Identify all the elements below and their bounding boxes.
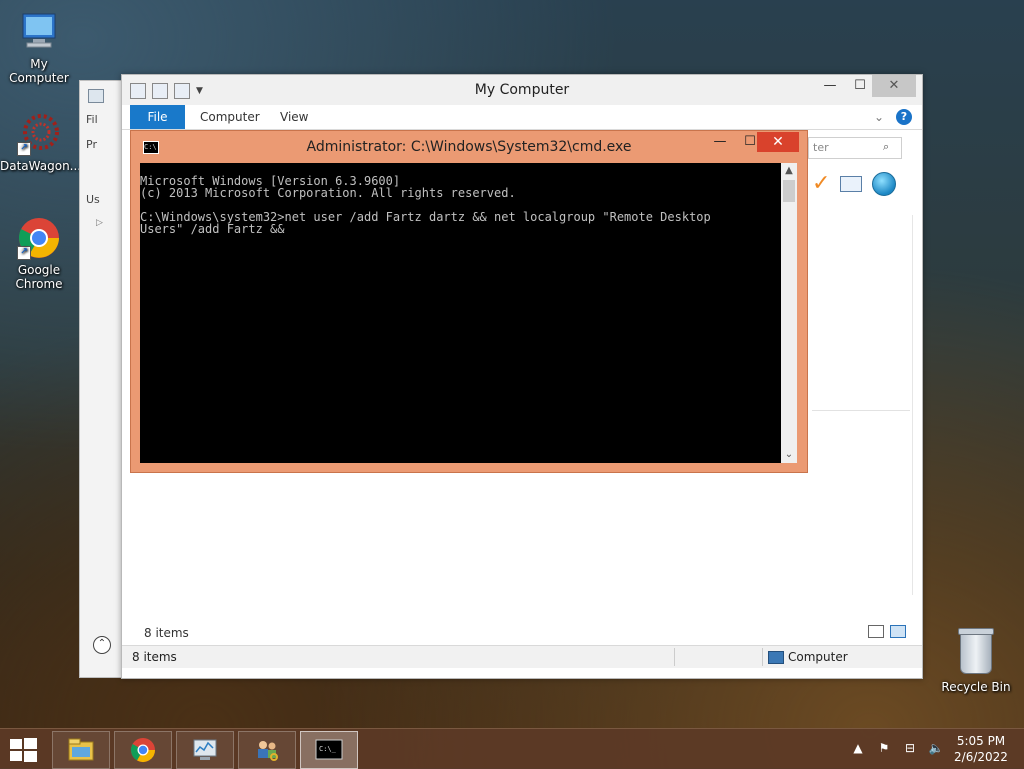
status-item-count: 8 items xyxy=(132,650,177,664)
cmd-close-button[interactable]: ✕ xyxy=(757,132,799,152)
help-icon[interactable]: ? xyxy=(896,109,912,125)
taskbar-cmd[interactable]: C:\_ xyxy=(300,731,358,769)
tab-view[interactable]: View xyxy=(270,105,318,129)
windows-logo-icon xyxy=(24,738,37,749)
chrome-icon xyxy=(129,737,157,763)
large-icons-view-icon[interactable] xyxy=(890,625,906,638)
taskbar-chrome[interactable] xyxy=(114,731,172,769)
taskbar-performance-monitor[interactable] xyxy=(176,731,234,769)
back-window-toolbar-icon xyxy=(88,89,104,103)
status-separator xyxy=(762,648,763,666)
tab-computer[interactable]: Computer xyxy=(190,105,270,129)
taskbar: C:\_ ▲ ⚑ ⊟ 🔈 5:05 PM 2/6/2022 xyxy=(0,728,1024,769)
scroll-up-icon[interactable]: ▲ xyxy=(781,163,797,179)
view-switcher xyxy=(868,625,906,638)
start-button[interactable] xyxy=(8,737,38,763)
search-icon[interactable]: ⌕ xyxy=(883,140,889,154)
action-center-flag-icon[interactable]: ⚑ xyxy=(876,741,892,755)
taskbar-users-keys[interactable] xyxy=(238,731,296,769)
expand-ribbon-icon[interactable]: ⌄ xyxy=(874,110,884,124)
navigation-up-icon[interactable]: ⌃ xyxy=(93,636,111,654)
desktop-icon-label: My Computer xyxy=(9,57,69,85)
checkmark-icon[interactable]: ✓ xyxy=(812,171,830,196)
users-keys-icon xyxy=(253,737,281,763)
explorer-titlebar[interactable]: ▼ My Computer — ☐ ✕ xyxy=(122,75,922,105)
computer-icon xyxy=(768,650,784,664)
desktop-icon-label: DataWagon... xyxy=(0,159,82,173)
show-hidden-icons-icon[interactable]: ▲ xyxy=(850,741,866,755)
explorer-title: My Computer xyxy=(474,82,570,98)
desktop-icon-my-computer[interactable]: My Computer xyxy=(0,10,78,85)
cmd-window[interactable]: C:\ Administrator: C:\Windows\System32\c… xyxy=(130,130,808,473)
chrome-icon: ↗ xyxy=(17,216,61,260)
system-tray: ▲ ⚑ ⊟ 🔈 xyxy=(850,741,944,755)
performance-monitor-icon xyxy=(191,737,219,763)
cmd-minimize-button[interactable]: — xyxy=(705,133,735,153)
details-view-icon[interactable] xyxy=(868,625,884,638)
ribbon-tabs: File Computer View xyxy=(122,105,922,130)
card-icon[interactable] xyxy=(840,175,863,192)
desktop-icon-label: Recycle Bin xyxy=(941,680,1011,694)
windows-logo-icon xyxy=(10,751,22,761)
scroll-thumb[interactable] xyxy=(783,180,795,202)
desktop-icon-datawagon[interactable]: ↗ DataWagon... xyxy=(0,112,82,173)
desktop-icon-chrome[interactable]: ↗ Google Chrome xyxy=(0,216,78,291)
back-window-text: Us xyxy=(86,193,100,206)
shortcut-arrow-icon: ↗ xyxy=(17,142,31,156)
pane-separator xyxy=(812,410,910,411)
scroll-down-icon[interactable]: ⌄ xyxy=(781,447,797,463)
shortcut-arrow-icon: ↗ xyxy=(17,246,31,260)
minimize-button[interactable]: — xyxy=(814,75,846,97)
pane-divider xyxy=(912,215,913,595)
recycle-bin-icon xyxy=(958,628,994,674)
my-computer-icon xyxy=(17,10,61,54)
expand-arrow-icon[interactable]: ▷ xyxy=(96,218,103,228)
volume-muted-icon[interactable]: 🔈 xyxy=(928,741,944,755)
cmd-titlebar[interactable]: C:\ Administrator: C:\Windows\System32\c… xyxy=(131,131,807,163)
windows-logo-icon xyxy=(24,751,37,762)
item-count: 8 items xyxy=(144,626,189,640)
status-separator xyxy=(674,648,675,666)
search-placeholder: ter xyxy=(813,141,829,154)
toolbar-icons: ✓ xyxy=(812,171,897,196)
console-output[interactable]: Microsoft Windows [Version 6.3.9600] (c) … xyxy=(140,163,781,463)
status-bar: 8 items Computer xyxy=(122,645,922,668)
desktop-icon-label: Google Chrome xyxy=(15,263,63,291)
taskbar-file-explorer[interactable] xyxy=(52,731,110,769)
tab-file[interactable]: File xyxy=(130,105,185,129)
status-location-label: Computer xyxy=(788,650,848,664)
close-button[interactable]: ✕ xyxy=(872,75,916,97)
globe-icon[interactable] xyxy=(872,171,897,196)
search-input[interactable]: ter ⌕ xyxy=(808,137,902,159)
console-line: Users" /add Fartz && xyxy=(140,222,285,236)
windows-logo-icon xyxy=(10,739,22,749)
network-icon[interactable]: ⊟ xyxy=(902,741,918,755)
cmd-scrollbar[interactable]: ▲ ⌄ xyxy=(781,163,797,463)
back-window-text: Pr xyxy=(86,138,97,151)
clock[interactable]: 5:05 PM 2/6/2022 xyxy=(950,733,1012,765)
datawagon-icon: ↗ xyxy=(17,112,61,156)
svg-text:C:\_: C:\_ xyxy=(319,745,337,753)
file-explorer-icon xyxy=(67,737,95,763)
back-window-text: Fil xyxy=(86,113,98,126)
console-line: (c) 2013 Microsoft Corporation. All righ… xyxy=(140,186,516,200)
cmd-icon: C:\_ xyxy=(315,737,343,763)
clock-time: 5:05 PM xyxy=(956,734,1006,748)
clock-date: 2/6/2022 xyxy=(954,750,1008,764)
desktop-icon-recycle-bin[interactable]: Recycle Bin xyxy=(938,628,1014,694)
status-location: Computer xyxy=(768,650,848,664)
